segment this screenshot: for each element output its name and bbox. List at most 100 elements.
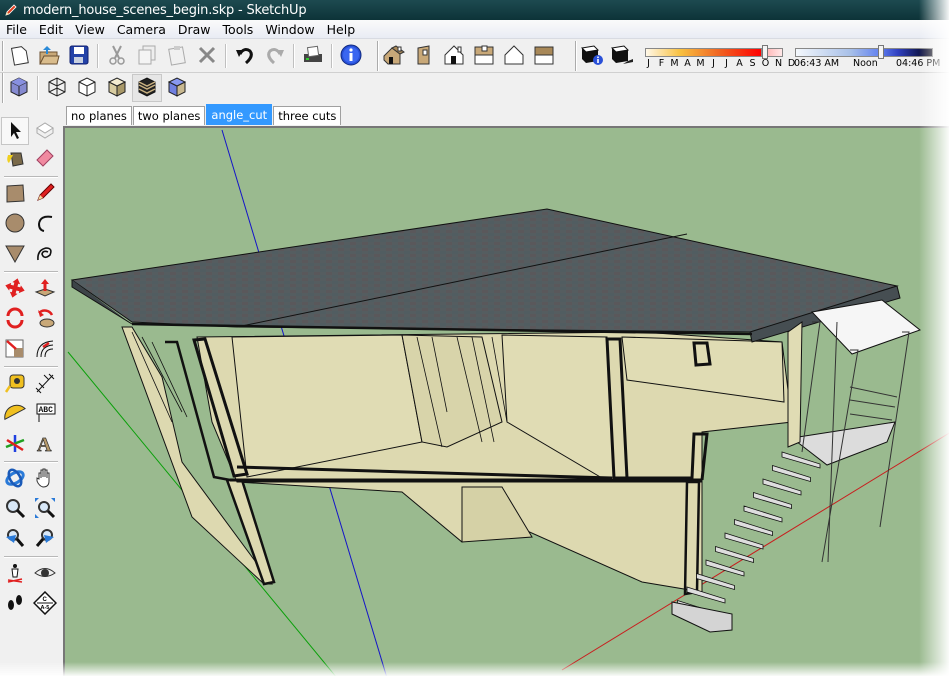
new-button[interactable] xyxy=(4,42,34,70)
time-slider-thumb[interactable] xyxy=(877,45,884,59)
zoom-window-tool[interactable] xyxy=(31,495,59,523)
orbit-tool[interactable] xyxy=(1,465,29,493)
menu-help[interactable]: Help xyxy=(321,22,362,37)
svg-text:ABC: ABC xyxy=(39,406,54,415)
paint-bucket-tool[interactable] xyxy=(1,145,29,173)
footprints-icon xyxy=(4,592,26,617)
drawing-viewport[interactable] xyxy=(63,126,949,676)
print-button[interactable] xyxy=(298,42,328,70)
scene-tab-no-planes[interactable]: no planes xyxy=(66,106,132,125)
right-view-button[interactable] xyxy=(469,42,499,70)
paste-button[interactable] xyxy=(162,42,192,70)
front-view-icon xyxy=(443,44,465,69)
open-button[interactable] xyxy=(34,42,64,70)
scale-tool[interactable] xyxy=(1,335,29,363)
copy-button[interactable] xyxy=(132,42,162,70)
stair-landing xyxy=(671,601,733,633)
month-label: N xyxy=(774,58,783,69)
monochrome-button[interactable] xyxy=(162,74,192,102)
line-tool[interactable] xyxy=(31,180,59,208)
shaded-button[interactable] xyxy=(102,74,132,102)
select-tool[interactable] xyxy=(1,117,29,145)
text-label-icon: ABC xyxy=(33,402,57,427)
menu-tools[interactable]: Tools xyxy=(217,22,260,37)
follow-me-tool[interactable] xyxy=(31,305,59,333)
scene-tab-angle-cut[interactable]: angle_cut xyxy=(206,104,273,125)
time-slider-bar[interactable] xyxy=(795,48,933,57)
back-view-button[interactable] xyxy=(499,42,529,70)
cut-button[interactable] xyxy=(102,42,132,70)
rectangle-icon xyxy=(4,182,26,207)
dimension-icon xyxy=(34,372,56,397)
make-component-tool[interactable] xyxy=(31,117,59,145)
protractor-tool[interactable] xyxy=(1,400,29,428)
look-around-tool[interactable] xyxy=(31,560,59,588)
offset-tool[interactable] xyxy=(31,335,59,363)
top-view-button[interactable] xyxy=(409,42,439,70)
iso-view-button[interactable] xyxy=(379,42,409,70)
save-button[interactable] xyxy=(64,42,94,70)
hidden-line-cube-icon xyxy=(75,75,99,102)
menu-view[interactable]: View xyxy=(69,22,111,37)
section-plane-tool[interactable]: C A-5 xyxy=(31,590,59,618)
erase-button[interactable] xyxy=(192,42,222,70)
tape-measure-tool[interactable] xyxy=(1,370,29,398)
rectangle-tool[interactable] xyxy=(1,180,29,208)
walk-tool[interactable] xyxy=(1,590,29,618)
tape-measure-icon xyxy=(4,372,26,397)
menu-edit[interactable]: Edit xyxy=(33,22,69,37)
shaded-textures-button[interactable] xyxy=(132,74,162,102)
menu-camera[interactable]: Camera xyxy=(111,22,172,37)
svg-text:A-5: A-5 xyxy=(41,605,50,611)
text-tool[interactable]: ABC xyxy=(31,400,59,428)
balcony-floor xyxy=(790,421,896,466)
push-pull-tool[interactable] xyxy=(31,275,59,303)
previous-view-tool[interactable] xyxy=(1,525,29,553)
freehand-tool[interactable] xyxy=(31,240,59,268)
menu-file[interactable]: File xyxy=(0,22,33,37)
next-view-tool[interactable] xyxy=(31,525,59,553)
sketchup-window: modern_house_scenes_begin.skp - SketchUp… xyxy=(0,0,949,676)
month-label: M xyxy=(696,58,705,69)
date-slider-bar[interactable] xyxy=(645,48,762,57)
front-view-button[interactable] xyxy=(439,42,469,70)
move-tool[interactable] xyxy=(1,275,29,303)
left-view-button[interactable] xyxy=(529,42,559,70)
display-shadows-button[interactable] xyxy=(607,42,637,70)
model-info-button[interactable] xyxy=(336,42,366,70)
menu-draw[interactable]: Draw xyxy=(172,22,217,37)
scene-tab-two-planes[interactable]: two planes xyxy=(132,106,206,125)
xray-button[interactable] xyxy=(4,74,34,102)
stair-step xyxy=(715,545,754,564)
circle-tool[interactable] xyxy=(1,210,29,238)
position-camera-tool[interactable] xyxy=(1,560,29,588)
dimension-tool[interactable] xyxy=(31,370,59,398)
stair-step xyxy=(724,532,764,550)
menu-window[interactable]: Window xyxy=(259,22,320,37)
freehand-icon xyxy=(34,242,56,267)
pan-tool[interactable] xyxy=(31,465,59,493)
shadow-sliders: J F M A M J J A S O N D 06:43 AM Noon 04… xyxy=(640,40,949,74)
scale-icon xyxy=(4,337,26,362)
iso-house-icon xyxy=(382,44,406,69)
zoom-tool[interactable] xyxy=(1,495,29,523)
redo-button[interactable] xyxy=(260,42,290,70)
hidden-line-button[interactable] xyxy=(72,74,102,102)
info-icon xyxy=(339,43,363,70)
3d-text-tool[interactable]: A xyxy=(31,430,59,458)
month-label: S xyxy=(749,58,756,69)
month-label: M xyxy=(670,58,679,69)
undo-arrow-icon xyxy=(234,44,256,69)
wireframe-button[interactable] xyxy=(42,74,72,102)
polygon-tool[interactable] xyxy=(1,240,29,268)
axes-tool[interactable] xyxy=(1,430,29,458)
eraser-tool[interactable] xyxy=(31,145,59,173)
scene-tab-three-cuts[interactable]: three cuts xyxy=(273,106,342,125)
undo-button[interactable] xyxy=(230,42,260,70)
shadow-settings-button[interactable] xyxy=(577,42,607,70)
rotate-tool[interactable] xyxy=(1,305,29,333)
push-pull-icon xyxy=(34,277,56,302)
date-slider-thumb[interactable] xyxy=(762,45,769,59)
month-label: F xyxy=(658,58,665,69)
arc-tool[interactable] xyxy=(31,210,59,238)
